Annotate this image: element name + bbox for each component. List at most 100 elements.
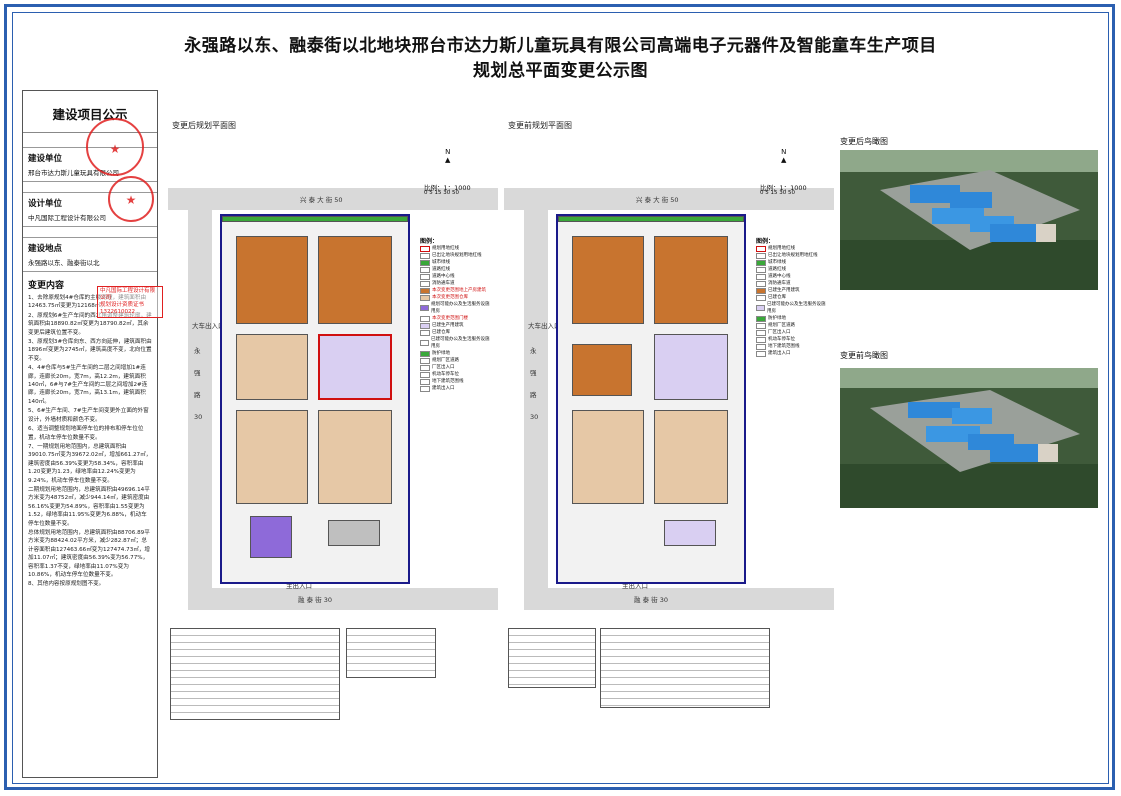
legend-row: 道路红线 [756, 266, 826, 273]
north-arrow-icon: N ▲ [445, 148, 451, 164]
change-item: 5、6#生产车间、7#生产车间变更外立面的外窗设计，外墙材质和颜色不变。 [28, 408, 149, 423]
plan-before-label: 变更前规划平面图 [508, 121, 572, 130]
indicator-table-before-2 [600, 628, 770, 708]
building-3-warehouse [572, 344, 632, 396]
legend-row: 道路中心线 [756, 273, 826, 280]
legend-row: 防护绿地 [420, 350, 490, 357]
office-building [250, 516, 292, 558]
indicator-table-after [170, 628, 340, 720]
legend-row: 建筑出入口 [420, 385, 490, 392]
legend-row: 已出让地块规划用地红线 [420, 252, 490, 259]
road-bottom-label: 融 泰 街 30 [634, 596, 668, 604]
legend-heading: 图例： [420, 238, 439, 245]
legend-row: 本次变更范围地上产房建筑 [420, 287, 490, 294]
company-seal: ★ [86, 118, 144, 176]
legend-row: 地下建筑范围线 [420, 378, 490, 385]
legend-row: 机动车停车位 [756, 336, 826, 343]
legend-row: 已建可能办公及生活服务设施用房 [420, 336, 490, 350]
legend-row: 规划用地红线 [420, 245, 490, 252]
change-item: 3、原规划3#仓库向东、西方向延伸，建筑面积由1896㎡变更为2745㎡，建筑高… [28, 339, 152, 362]
field-label-location: 建设地点 [23, 237, 157, 256]
building-6-workshop [572, 410, 644, 504]
change-item: 二期规划用地范围内，总建筑面积由49696.14平方米变为48752㎡，减少94… [28, 486, 150, 527]
road-left-label: 永 强 路 30 [530, 347, 539, 421]
building-5-workshop [654, 236, 728, 324]
legend-heading: 图例： [756, 238, 775, 245]
aerial-after-image [840, 150, 1098, 290]
legend-row: 已建生产用建筑 [420, 322, 490, 329]
legend-row: 规划用地红线 [756, 245, 826, 252]
building-4-warehouse [236, 236, 308, 324]
legend-row: 厂区出入口 [756, 329, 826, 336]
legend-row: 已建可能办公及生活服务设施用房 [756, 301, 826, 315]
green-strip [222, 216, 408, 222]
building-7-workshop [318, 334, 392, 400]
plan-after: 兴 泰 大 街 50 融 泰 街 30 永 强 路 30 大车出入口 主出入口 … [168, 140, 498, 620]
gatehouse-area [328, 520, 380, 546]
north-label: N [445, 148, 451, 156]
road-top-label: 兴 泰 大 街 50 [636, 196, 679, 204]
legend-before: 图例： 规划用地红线 已出让地块规划用地红线 城市绿线 道路红线 道路中心线 消… [756, 238, 826, 357]
legend-row: 已出让地块规划用地红线 [756, 252, 826, 259]
road-bottom [188, 588, 498, 610]
legend-row: 本次变更范围仓库 [420, 294, 490, 301]
change-item: 8、其他内容按原规划图不变。 [28, 581, 105, 588]
stamp-text: 中凡国际工程设计有限公司 [100, 288, 156, 301]
designer-seal: ★ [108, 176, 154, 222]
stamp-code: 规划设计资质证书 1322610022 [100, 302, 145, 315]
change-item: 总体规划用地范围内，总建筑面积由88706.89平方米变为88424.02平方米… [28, 529, 151, 578]
green-strip [558, 216, 744, 222]
legend-row: 已建生产用建筑 [756, 287, 826, 294]
aerial-before-label: 变更前鸟瞰图 [840, 351, 888, 360]
change-item: 7、一期规划用地范围内，总建筑面积由39010.75㎡变为39672.02㎡，增… [28, 443, 152, 484]
scale-ticks: 0 5 15 30 50 [424, 190, 459, 196]
site-boundary [220, 214, 410, 584]
legend-after: 图例： 规划用地红线 已出让地块规划用地红线 城市绿线 道路红线 道路中心线 消… [420, 238, 490, 392]
road-left-label: 永 强 路 30 [194, 347, 203, 421]
page-title: 永强路以东、融泰街以北地块邢台市达力斯儿童玩具有限公司高端电子元器件及智能童车生… [184, 36, 937, 56]
plan-after-label: 变更后规划平面图 [172, 121, 236, 130]
legend-row: 消防通车道 [420, 280, 490, 287]
road-bottom-label: 融 泰 街 30 [298, 596, 332, 604]
page-subtitle: 规划总平面变更公示图 [473, 61, 648, 81]
legend-row: 城市绿线 [420, 259, 490, 266]
legend-row: 厂区出入口 [420, 364, 490, 371]
north-label: N [781, 148, 787, 156]
north-arrow-icon: N ▲ [781, 148, 787, 164]
indicator-table-after-2 [346, 628, 436, 678]
legend-row: 本次变更范围门楼 [420, 315, 490, 322]
legend-row: 规划厂区道路 [420, 357, 490, 364]
legend-row: 道路中心线 [420, 273, 490, 280]
building-5-workshop [318, 236, 392, 324]
legend-row: 道路红线 [420, 266, 490, 273]
scale-ticks: 0 5 15 30 50 [760, 190, 795, 196]
legend-row: 城市绿线 [756, 259, 826, 266]
legend-row: 已建仓库 [420, 329, 490, 336]
site-boundary [556, 214, 746, 584]
panel-heading: 建设项目公示 [23, 91, 157, 133]
building-4-warehouse [572, 236, 644, 324]
legend-row: 规划厂区道路 [756, 322, 826, 329]
legend-row: 消防通车道 [756, 280, 826, 287]
legend-row: 建筑出入口 [756, 350, 826, 357]
change-item: 6、适当调整规划地面停车位的排布和停车位位置，机动车停车位数量不变。 [28, 426, 144, 441]
change-item: 4、4#仓库与5#生产车间的二层之间增加1#连廊，连廊长20m，宽7m，高12.… [28, 365, 148, 405]
road-bottom [524, 588, 834, 610]
legend-row: 已建仓库 [756, 294, 826, 301]
office-building [664, 520, 716, 546]
legend-row: 机动车停车位 [420, 371, 490, 378]
aerial-after-label: 变更后鸟瞰图 [840, 137, 888, 146]
building-8-workshop [654, 410, 728, 504]
indicator-table-before [508, 628, 596, 688]
legend-row: 地下建筑范围线 [756, 343, 826, 350]
qualification-stamp: 中凡国际工程设计有限公司 规划设计资质证书 1322610022 [97, 286, 163, 318]
field-value-location: 永强路以东、融泰街以北 [23, 256, 157, 272]
legend-row: 防护绿地 [756, 315, 826, 322]
road-top-label: 兴 泰 大 街 50 [300, 196, 343, 204]
plan-before: 兴 泰 大 街 50 融 泰 街 30 永 强 路 30 大车出入口 主出入口 … [504, 140, 834, 620]
building-8-workshop [318, 410, 392, 504]
building-6-workshop [236, 410, 308, 504]
building-3-warehouse [236, 334, 308, 400]
building-7-workshop [654, 334, 728, 400]
aerial-before-image [840, 368, 1098, 508]
